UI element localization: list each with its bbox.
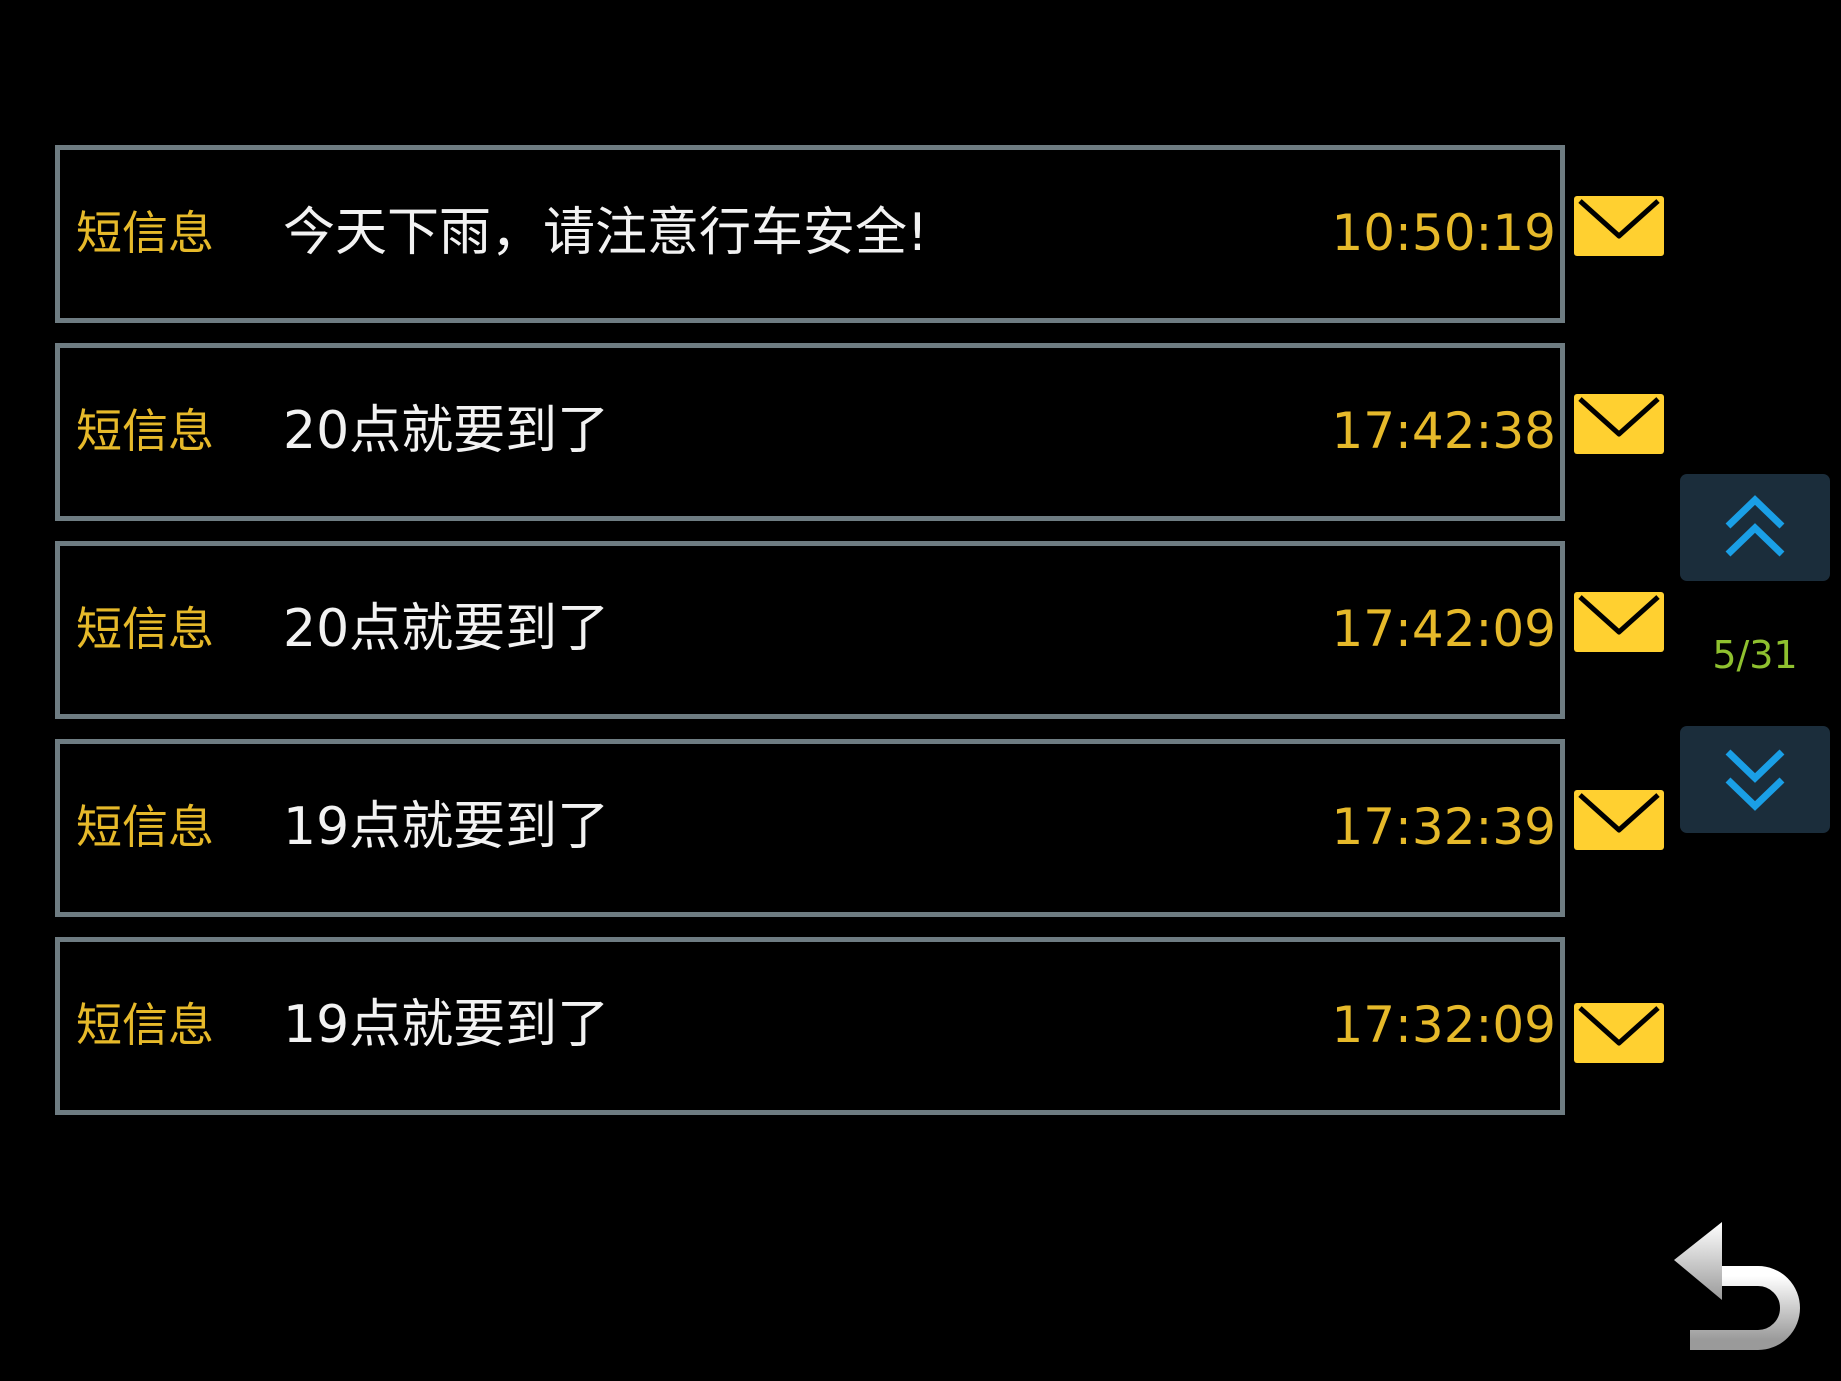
envelope-icon <box>1574 394 1664 454</box>
message-time: 17:42:38 <box>1331 402 1556 460</box>
message-type-label: 短信息 <box>76 998 214 1052</box>
message-type-label: 短信息 <box>76 800 214 854</box>
page-indicator: 5/31 <box>1712 633 1798 677</box>
message-type-label: 短信息 <box>76 404 214 458</box>
message-text: 20点就要到了 <box>283 599 610 659</box>
envelope-icon <box>1574 790 1664 850</box>
message-text: 19点就要到了 <box>283 995 610 1055</box>
message-type-label: 短信息 <box>76 602 214 656</box>
back-arrow-icon <box>1674 1222 1800 1350</box>
message-list: 短信息 今天下雨，请注意行车安全! 10:50:19 短信息 20点就要到了 1… <box>0 0 1841 1381</box>
envelope-icon <box>1574 1003 1664 1063</box>
message-text: 今天下雨，请注意行车安全! <box>283 203 928 263</box>
message-row[interactable]: 短信息 19点就要到了 17:32:09 <box>55 937 1565 1115</box>
message-row[interactable]: 短信息 20点就要到了 17:42:09 <box>55 541 1565 719</box>
message-row[interactable]: 短信息 19点就要到了 17:32:39 <box>55 739 1565 917</box>
envelope-icon <box>1574 592 1664 652</box>
page-down-button[interactable] <box>1680 726 1830 833</box>
message-time: 10:50:19 <box>1331 204 1556 262</box>
message-time: 17:32:09 <box>1331 996 1556 1054</box>
envelope-icon <box>1574 196 1664 256</box>
double-chevron-down-icon <box>1725 749 1785 811</box>
message-time: 17:42:09 <box>1331 600 1556 658</box>
message-text: 20点就要到了 <box>283 401 610 461</box>
back-button[interactable] <box>1666 1214 1806 1354</box>
message-text: 19点就要到了 <box>283 797 610 857</box>
message-type-label: 短信息 <box>76 206 214 260</box>
message-row[interactable]: 短信息 20点就要到了 17:42:38 <box>55 343 1565 521</box>
message-row[interactable]: 短信息 今天下雨，请注意行车安全! 10:50:19 <box>55 145 1565 323</box>
message-time: 17:32:39 <box>1331 798 1556 856</box>
page-up-button[interactable] <box>1680 474 1830 581</box>
double-chevron-up-icon <box>1725 495 1785 557</box>
